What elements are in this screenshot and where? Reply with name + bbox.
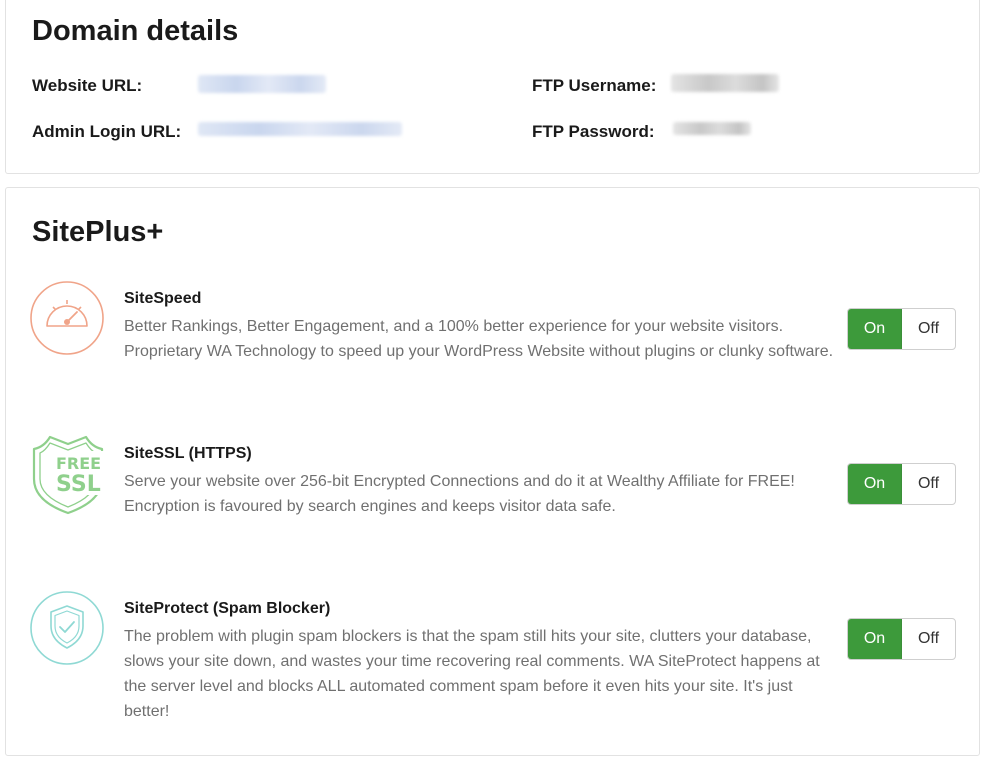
sitessl-on-button[interactable]: On <box>848 464 902 504</box>
siteprotect-description: The problem with plugin spam blockers is… <box>124 628 820 720</box>
feature-sitespeed: SiteSpeed Better Rankings, Better Engage… <box>6 280 981 390</box>
sitessl-off-button[interactable]: Off <box>902 464 955 504</box>
ftp-username-label: FTP Username: <box>532 76 657 95</box>
sitespeed-on-button[interactable]: On <box>848 309 902 349</box>
feature-siteprotect: SiteProtect (Spam Blocker) The problem w… <box>6 590 981 730</box>
svg-text:FREE: FREE <box>56 454 101 473</box>
ftp-password-value <box>673 122 751 135</box>
sitessl-description: Serve your website over 256-bit Encrypte… <box>124 473 795 515</box>
ftp-username-value <box>671 74 779 92</box>
sitespeed-title: SiteSpeed <box>124 290 202 307</box>
domain-details-title: Domain details <box>32 15 239 47</box>
admin-login-url-label: Admin Login URL: <box>32 122 182 141</box>
ftp-password-label: FTP Password: <box>532 122 655 141</box>
feature-sitessl: FREE SSL SiteSSL (HTTPS) Serve your webs… <box>6 435 981 525</box>
siteprotect-on-button[interactable]: On <box>848 619 902 659</box>
siteprotect-title: SiteProtect (Spam Blocker) <box>124 600 331 617</box>
siteprotect-toggle[interactable]: On Off <box>847 618 956 660</box>
sitessl-title: SiteSSL (HTTPS) <box>124 445 252 462</box>
svg-text:SSL: SSL <box>56 472 101 497</box>
admin-login-url-value[interactable] <box>198 122 402 136</box>
siteprotect-off-button[interactable]: Off <box>902 619 955 659</box>
shield-check-icon <box>29 590 105 666</box>
sitespeed-off-button[interactable]: Off <box>902 309 955 349</box>
siteplus-card: SitePlus+ SiteSpeed Better Rankings, Bet… <box>5 187 980 756</box>
website-url-label: Website URL: <box>32 76 143 95</box>
speedometer-icon <box>29 280 105 356</box>
siteplus-title: SitePlus+ <box>32 216 164 248</box>
sitessl-toggle[interactable]: On Off <box>847 463 956 505</box>
domain-details-card: Domain details Website URL: Admin Login … <box>5 0 980 174</box>
sitespeed-toggle[interactable]: On Off <box>847 308 956 350</box>
website-url-value[interactable] <box>198 75 326 93</box>
free-ssl-shield-icon: FREE SSL <box>28 435 108 515</box>
sitespeed-description: Better Rankings, Better Engagement, and … <box>124 318 834 360</box>
